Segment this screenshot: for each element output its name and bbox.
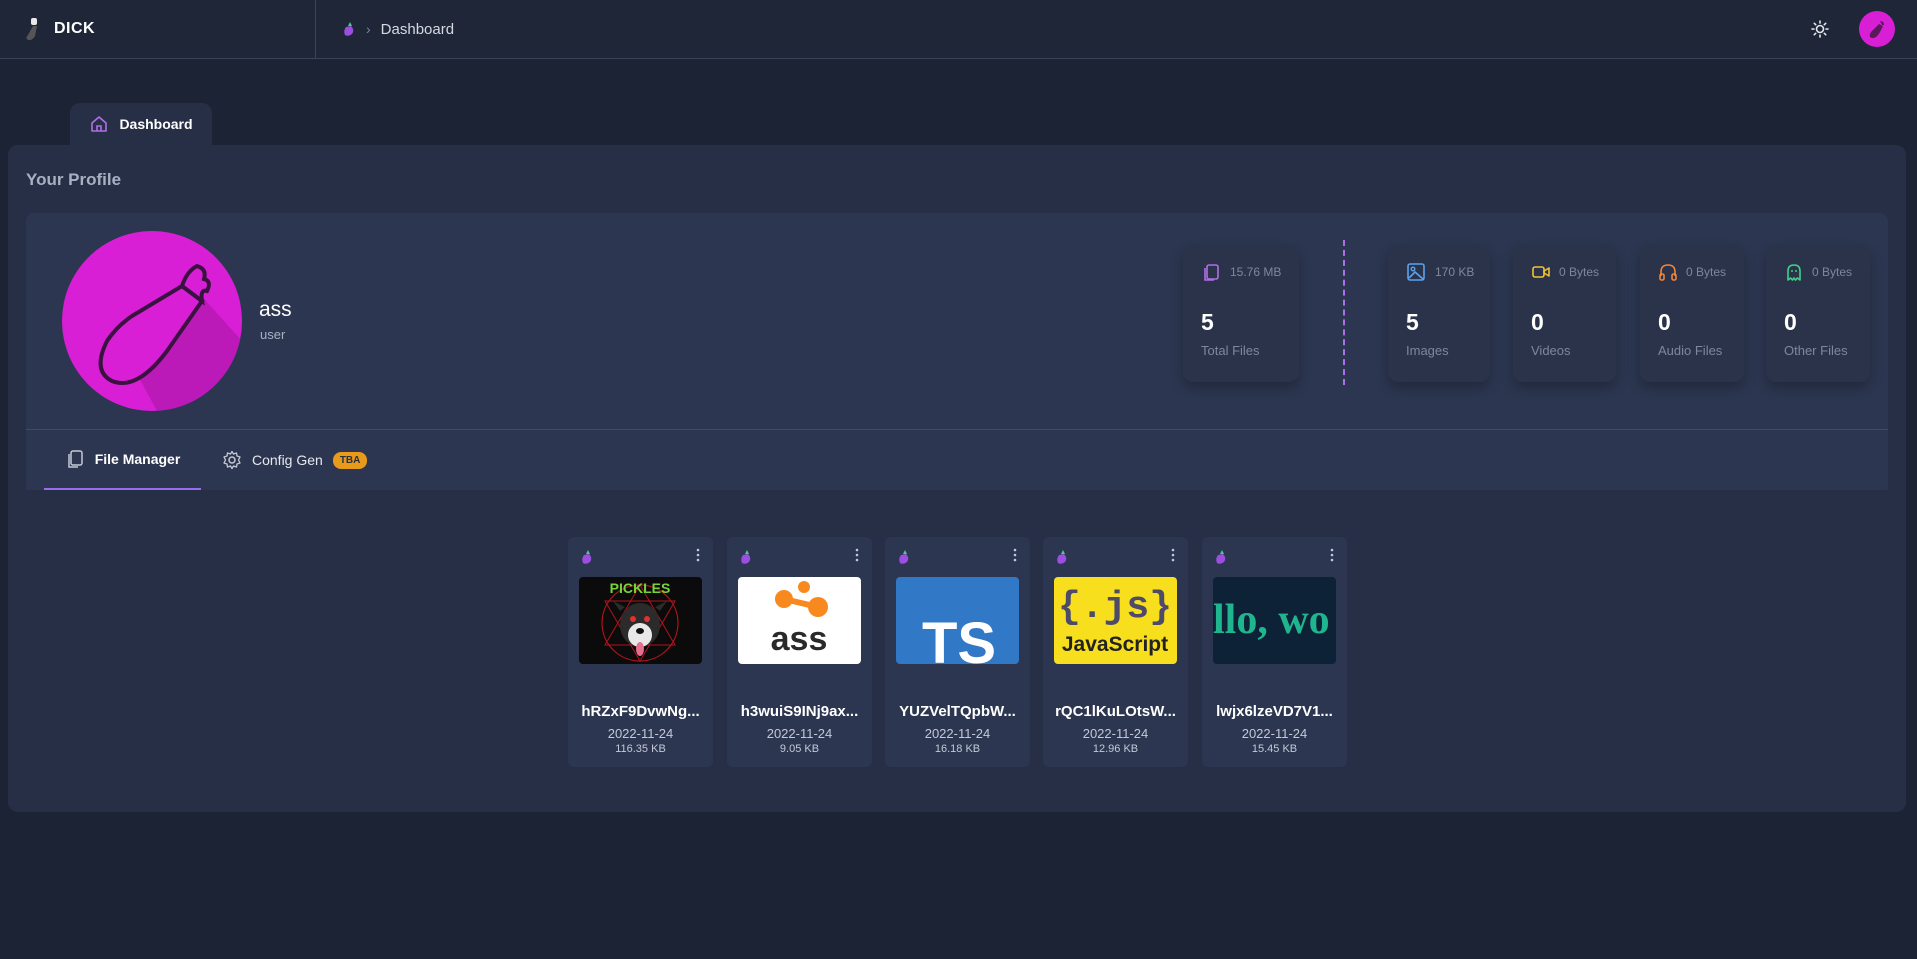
breadcrumb: › Dashboard bbox=[316, 21, 454, 38]
tab-config-gen[interactable]: Config Gen TBA bbox=[222, 430, 368, 490]
file-name: hRZxF9DvwNg... bbox=[581, 703, 700, 720]
file-name: h3wuiS9INj9ax... bbox=[740, 703, 859, 720]
stat-images: 170 KB 5 Images bbox=[1388, 245, 1490, 382]
stat-label: Audio Files bbox=[1658, 343, 1723, 358]
file-size: 15.45 KB bbox=[1251, 743, 1298, 755]
profile-role: user bbox=[260, 327, 286, 342]
file-date: 2022-11-24 bbox=[607, 726, 674, 741]
stat-count: 5 bbox=[1406, 309, 1419, 335]
ts-logo-text: TS bbox=[922, 611, 996, 664]
stat-count: 5 bbox=[1201, 309, 1214, 335]
file-card[interactable]: {.js} JavaScript rQC1lKuLOtsW... 2022-11… bbox=[1043, 537, 1188, 767]
eggplant-logo-icon bbox=[26, 18, 37, 41]
brand-name: DICK bbox=[54, 20, 96, 37]
gear-icon bbox=[223, 450, 241, 470]
file-card[interactable]: llo, wo lwjx6lzeVD7V1... 2022-11-24 15.4… bbox=[1202, 537, 1347, 767]
top-bar: DICK › Dashboard bbox=[0, 0, 1917, 59]
stat-count: 0 bbox=[1531, 309, 1544, 335]
code-snippet-image: llo, wo bbox=[1213, 597, 1330, 643]
stat-other: 0 Bytes 0 Other Files bbox=[1766, 245, 1870, 382]
ghost-icon bbox=[1787, 264, 1801, 281]
files-icon bbox=[1204, 264, 1219, 281]
more-vertical-icon[interactable] bbox=[1329, 547, 1335, 563]
eggplant-icon bbox=[1869, 21, 1884, 39]
file-name: YUZVelTQpbW... bbox=[899, 703, 1016, 720]
dog-art-image: PICKLES bbox=[601, 580, 679, 662]
more-vertical-icon[interactable] bbox=[1012, 547, 1018, 563]
tab-file-manager-label: File Manager bbox=[94, 451, 181, 467]
stat-label: Images bbox=[1406, 343, 1449, 358]
eggplant-icon bbox=[899, 550, 909, 564]
file-name: rQC1lKuLOtsW... bbox=[1055, 703, 1176, 720]
stat-size: 170 KB bbox=[1435, 265, 1475, 279]
js-logo-braces: {.js} bbox=[1058, 586, 1172, 629]
file-size: 16.18 KB bbox=[934, 743, 981, 755]
typescript-logo-image: TS bbox=[922, 611, 996, 664]
file-date: 2022-11-24 bbox=[1241, 726, 1308, 741]
brand[interactable]: DICK bbox=[0, 0, 316, 59]
file-thumbnail[interactable]: {.js} JavaScript bbox=[1054, 577, 1177, 664]
file-thumbnail[interactable]: TS bbox=[896, 577, 1019, 664]
tab-dashboard-label: Dashboard bbox=[119, 116, 193, 132]
stat-label: Other Files bbox=[1784, 343, 1848, 358]
file-thumbnail[interactable]: llo, wo bbox=[1213, 577, 1336, 664]
file-size: 9.05 KB bbox=[779, 743, 820, 755]
top-actions bbox=[1811, 11, 1917, 47]
user-avatar[interactable] bbox=[1859, 11, 1895, 47]
stat-count: 0 bbox=[1784, 309, 1797, 335]
file-card[interactable]: ass h3wuiS9INj9ax... 2022-11-24 9.05 KB bbox=[727, 537, 872, 767]
more-vertical-icon[interactable] bbox=[854, 547, 860, 563]
breadcrumb-current[interactable]: Dashboard bbox=[381, 21, 454, 38]
ass-logo-image: ass bbox=[771, 581, 828, 658]
more-vertical-icon[interactable] bbox=[1170, 547, 1176, 563]
stat-size: 0 Bytes bbox=[1686, 265, 1727, 279]
file-size: 116.35 KB bbox=[615, 743, 666, 755]
sun-icon[interactable] bbox=[1811, 20, 1829, 38]
stat-audio: 0 Bytes 0 Audio Files bbox=[1640, 245, 1744, 382]
ass-logo-text: ass bbox=[771, 620, 828, 658]
file-thumbnail[interactable]: PICKLES bbox=[579, 577, 702, 664]
file-card[interactable]: TS YUZVelTQpbW... 2022-11-24 16.18 KB bbox=[885, 537, 1030, 767]
video-icon bbox=[1532, 266, 1550, 278]
file-card[interactable]: PICKLES hRZxF9DvwNg... 2022-11-24 116.35… bbox=[568, 537, 713, 767]
files-icon bbox=[67, 450, 83, 468]
file-size: 12.96 KB bbox=[1092, 743, 1139, 755]
file-date: 2022-11-24 bbox=[766, 726, 833, 741]
home-icon bbox=[91, 116, 108, 132]
eggplant-icon[interactable] bbox=[342, 21, 356, 37]
file-date: 2022-11-24 bbox=[1082, 726, 1149, 741]
eggplant-icon bbox=[1216, 550, 1226, 564]
svg-text:PICKLES: PICKLES bbox=[610, 580, 671, 596]
file-date: 2022-11-24 bbox=[924, 726, 991, 741]
eggplant-icon bbox=[582, 550, 592, 564]
tab-dashboard[interactable]: Dashboard bbox=[70, 103, 212, 145]
stat-size: 0 Bytes bbox=[1559, 265, 1600, 279]
page-title: Your Profile bbox=[26, 170, 122, 189]
eggplant-avatar-icon bbox=[98, 263, 242, 411]
file-thumbnail[interactable]: ass bbox=[738, 577, 861, 664]
profile-avatar bbox=[62, 231, 242, 411]
profile-username: ass bbox=[259, 298, 292, 321]
eggplant-icon bbox=[1057, 550, 1067, 564]
stat-count: 0 bbox=[1658, 309, 1671, 335]
chevron-right-icon: › bbox=[366, 21, 371, 37]
more-vertical-icon[interactable] bbox=[695, 547, 701, 563]
code-snippet-text: llo, wo bbox=[1213, 597, 1330, 643]
eggplant-icon bbox=[741, 550, 751, 564]
stat-label: Total Files bbox=[1201, 343, 1260, 358]
javascript-logo-image: {.js} JavaScript bbox=[1058, 586, 1172, 656]
stat-videos: 0 Bytes 0 Videos bbox=[1513, 245, 1616, 382]
stat-size: 0 Bytes bbox=[1812, 265, 1853, 279]
tba-badge: TBA bbox=[332, 451, 368, 469]
stats-divider bbox=[1343, 240, 1345, 385]
headphones-icon bbox=[1659, 264, 1677, 281]
stat-size: 15.76 MB bbox=[1230, 265, 1282, 279]
stat-total-files: 15.76 MB 5 Total Files bbox=[1183, 245, 1299, 382]
image-icon bbox=[1407, 263, 1425, 281]
tab-file-manager[interactable]: File Manager bbox=[44, 430, 201, 490]
tab-config-gen-label: Config Gen bbox=[252, 452, 323, 468]
file-name: lwjx6lzeVD7V1... bbox=[1216, 703, 1333, 720]
js-logo-word: JavaScript bbox=[1062, 633, 1168, 656]
stat-label: Videos bbox=[1531, 343, 1571, 358]
